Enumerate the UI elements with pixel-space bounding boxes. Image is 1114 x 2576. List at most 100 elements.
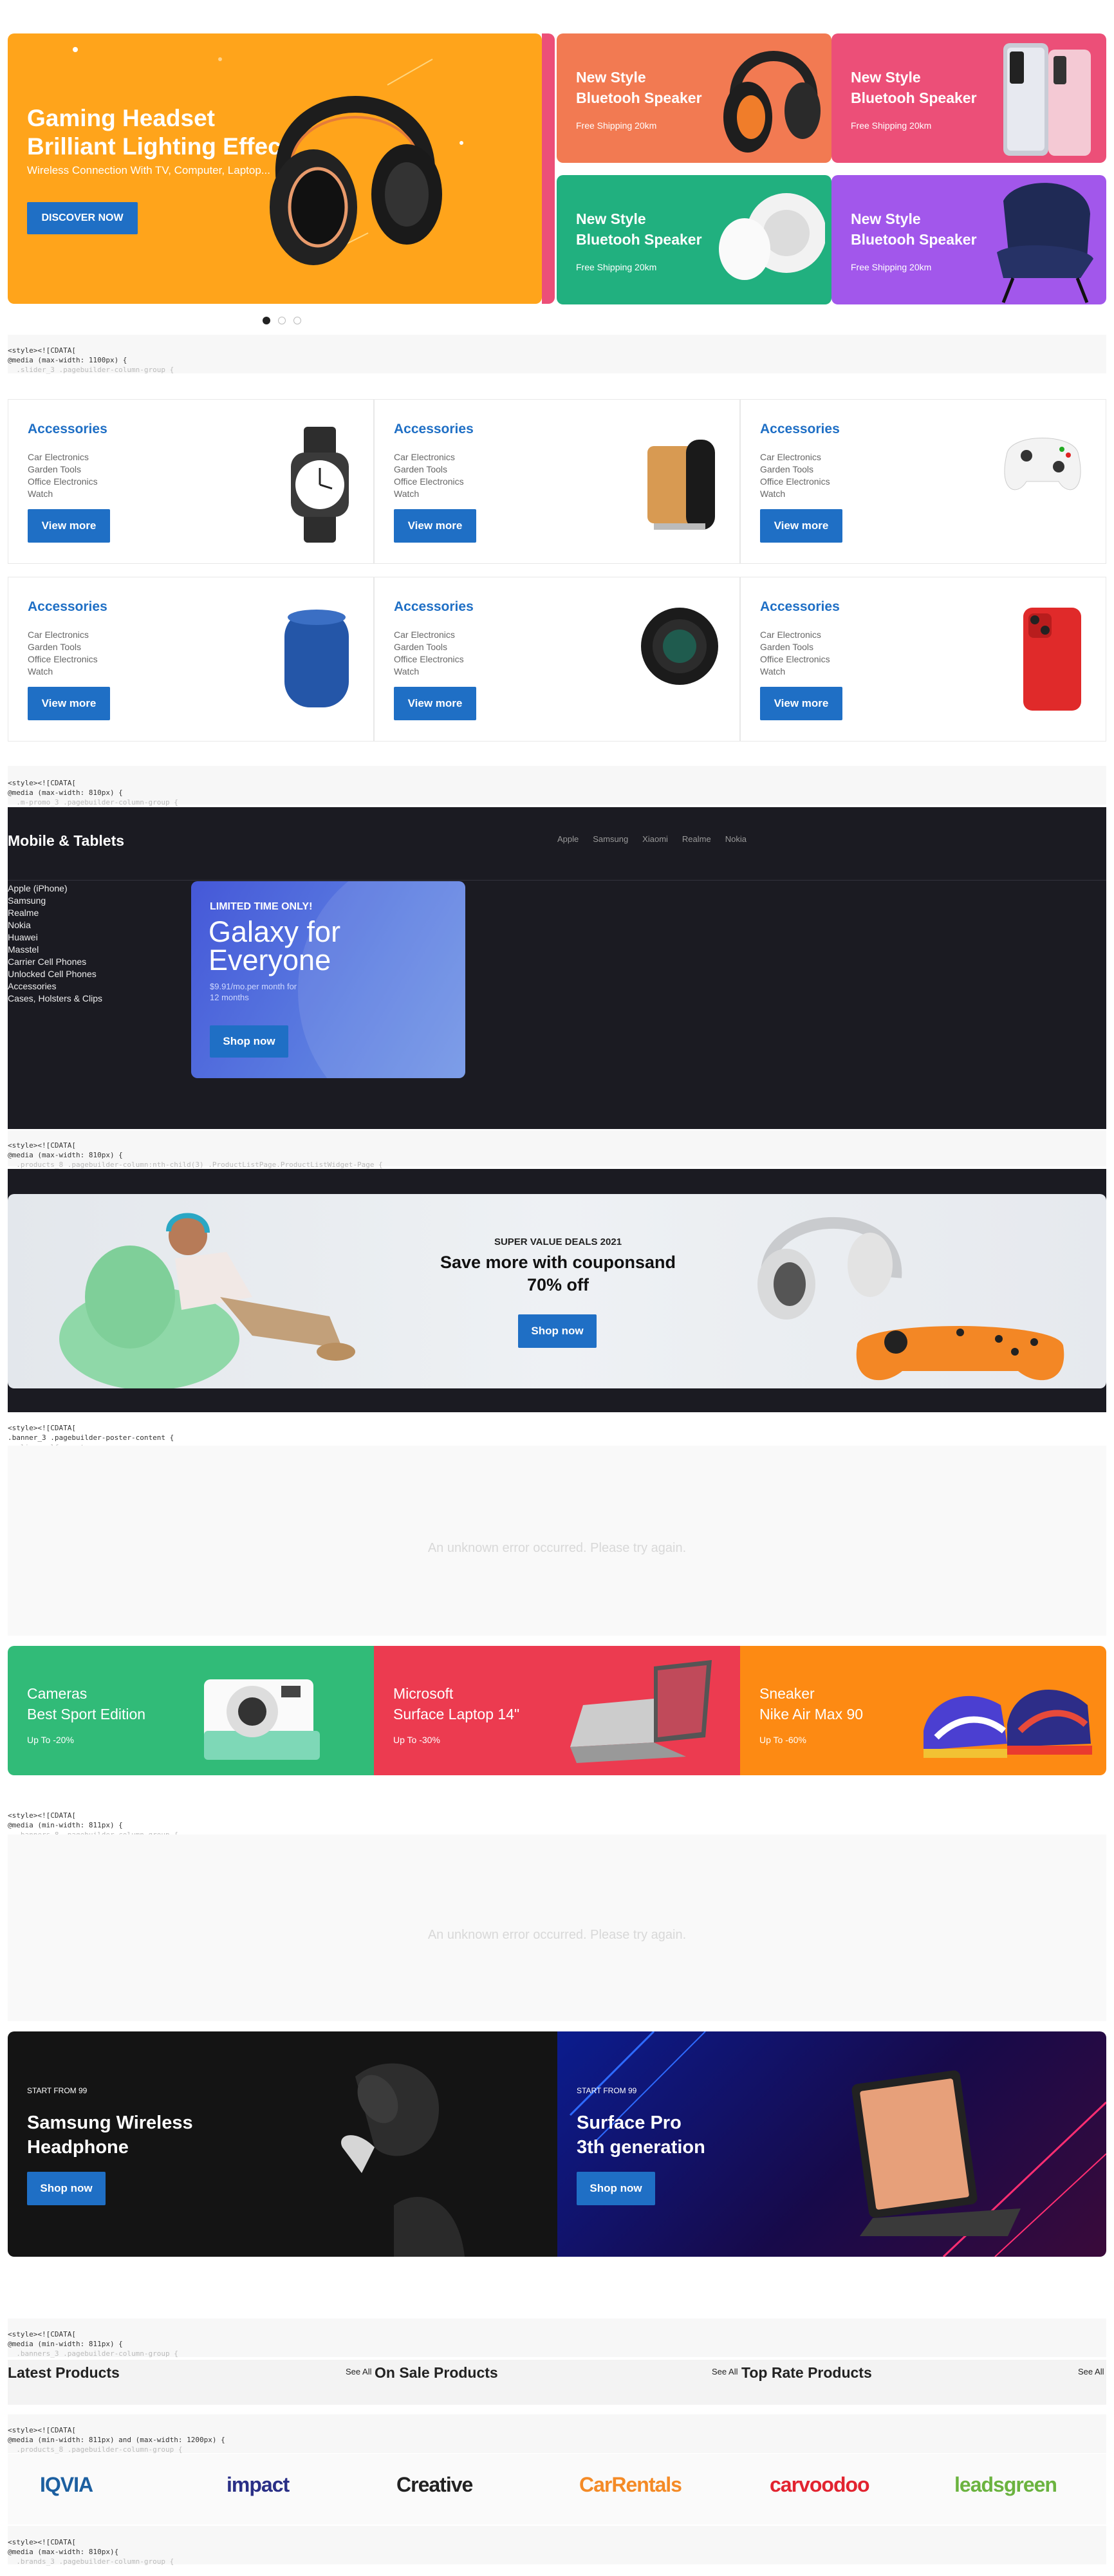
promo-tile-sub: Free Shipping 20km [576, 120, 657, 131]
accessories-card[interactable]: Accessories Car Electronics Garden Tools O… [740, 399, 1106, 564]
view-more-button[interactable]: View more [760, 509, 842, 543]
slider-dots [263, 317, 301, 324]
brand-logo[interactable]: CarRentals [579, 2473, 682, 2497]
brand-logo[interactable]: leadsgreen [954, 2473, 1057, 2497]
view-more-button[interactable]: View more [760, 687, 842, 720]
accessories-link[interactable]: Office Electronics [760, 476, 830, 488]
accessories-link[interactable]: Garden Tools [394, 641, 464, 653]
list-item[interactable]: Samsung [8, 895, 102, 907]
accessories-link[interactable]: Watch [760, 666, 830, 678]
see-all-link[interactable]: See All [712, 2367, 738, 2376]
surface-shop-now-button[interactable]: Shop now [577, 2172, 655, 2205]
accessories-card[interactable]: Accessories Car Electronics Garden Tools O… [8, 577, 374, 742]
gamepad-icon [856, 1326, 1064, 1381]
accessories-card-title: Accessories [760, 599, 840, 614]
accessories-link[interactable]: Car Electronics [28, 451, 98, 463]
accessories-link[interactable]: Garden Tools [760, 463, 830, 476]
surface-banner[interactable]: START FROM 99 Surface Pro 3th generation… [557, 2031, 1106, 2257]
category-banner[interactable]: Cameras Best Sport Edition Up To -20% [8, 1646, 374, 1775]
galaxy-promo-card[interactable]: LIMITED TIME ONLY! Galaxy for Everyone $… [191, 881, 465, 1078]
see-all-link[interactable]: See All [1078, 2367, 1104, 2376]
error-message: An unknown error occurred. Please try ag… [427, 1928, 687, 1942]
samsung-banner[interactable]: START FROM 99 Samsung Wireless Headphone… [8, 2031, 557, 2257]
brand-logo[interactable]: Creative [396, 2473, 473, 2497]
promo-sub-line2: 12 months [210, 993, 249, 1002]
list-item[interactable]: Masstel [8, 944, 102, 956]
tab-apple[interactable]: Apple [557, 834, 579, 844]
promo-tile[interactable]: New Style Bluetooh Speaker Free Shipping… [557, 33, 831, 163]
tab-realme[interactable]: Realme [682, 834, 711, 844]
accessories-link[interactable]: Car Electronics [394, 451, 464, 463]
discover-now-button[interactable]: DISCOVER NOW [27, 202, 138, 234]
accessories-link[interactable]: Watch [28, 488, 98, 500]
accessories-link[interactable]: Garden Tools [760, 641, 830, 653]
see-all-link[interactable]: See All [346, 2367, 371, 2376]
list-item[interactable]: Unlocked Cell Phones [8, 968, 102, 980]
accessories-link[interactable]: Office Electronics [28, 476, 98, 488]
accessories-link[interactable]: Garden Tools [28, 641, 98, 653]
tab-nokia[interactable]: Nokia [725, 834, 747, 844]
accessories-link[interactable]: Office Electronics [394, 476, 464, 488]
slider-dot[interactable] [278, 317, 286, 324]
list-item[interactable]: Apple (iPhone) [8, 882, 102, 895]
accessories-link[interactable]: Office Electronics [394, 653, 464, 666]
deal-shop-now-button[interactable]: Shop now [518, 1314, 597, 1348]
accessories-link[interactable]: Watch [760, 488, 830, 500]
accessories-link[interactable]: Garden Tools [28, 463, 98, 476]
brand-logo[interactable]: IQVIA [40, 2473, 93, 2497]
accessories-link[interactable]: Garden Tools [394, 463, 464, 476]
tab-xiaomi[interactable]: Xiaomi [642, 834, 668, 844]
armchair-icon [978, 175, 1100, 304]
accessories-card[interactable]: Accessories Car Electronics Garden Tools O… [374, 399, 740, 564]
promo-tile-line1: New Style [576, 69, 646, 86]
galaxy-shop-now-button[interactable]: Shop now [210, 1025, 288, 1058]
accessories-link[interactable]: Watch [394, 488, 464, 500]
list-item[interactable]: Huawei [8, 931, 102, 944]
list-item[interactable]: Carrier Cell Phones [8, 956, 102, 968]
promo-tile-line2: Bluetooh Speaker [576, 231, 702, 248]
accessories-link[interactable]: Office Electronics [28, 653, 98, 666]
accessories-link[interactable]: Office Electronics [760, 653, 830, 666]
promo-tile-sub: Free Shipping 20km [851, 262, 932, 272]
list-item[interactable]: Nokia [8, 919, 102, 931]
banner-kicker: START FROM 99 [27, 2086, 88, 2095]
promo-tile[interactable]: New Style Bluetooh Speaker Free Shipping… [831, 175, 1106, 304]
slider-dot-active[interactable] [263, 317, 270, 324]
accessories-card[interactable]: Accessories Car Electronics Garden Tools O… [740, 577, 1106, 742]
category-line1: Microsoft [393, 1685, 454, 1702]
list-item[interactable]: Realme [8, 907, 102, 919]
samsung-shop-now-button[interactable]: Shop now [27, 2172, 106, 2205]
promo-tile[interactable]: New Style Bluetooh Speaker Free Shipping… [557, 175, 831, 304]
category-banner[interactable]: Microsoft Surface Laptop 14" Up To -30% [374, 1646, 740, 1775]
promo-tile[interactable]: New Style Bluetooh Speaker Free Shipping… [831, 33, 1106, 163]
category-banner[interactable]: Sneaker Nike Air Max 90 Up To -60% [740, 1646, 1106, 1775]
view-more-button[interactable]: View more [394, 509, 476, 543]
view-more-button[interactable]: View more [28, 509, 110, 543]
list-item[interactable]: Cases, Holsters & Clips [8, 993, 102, 1005]
accessories-link[interactable]: Car Electronics [28, 629, 98, 641]
slider-dot[interactable] [293, 317, 301, 324]
brand-logo[interactable]: carvoodoo [770, 2473, 870, 2497]
accessories-link[interactable]: Car Electronics [760, 451, 830, 463]
gaming-headphones-icon [716, 33, 825, 163]
view-more-button[interactable]: View more [394, 687, 476, 720]
tab-samsung[interactable]: Samsung [593, 834, 628, 844]
red-iphone-icon [1017, 604, 1088, 717]
accessories-card[interactable]: Accessories Car Electronics Garden Tools O… [8, 399, 374, 564]
accessories-link[interactable]: Watch [394, 666, 464, 678]
promo-tile-line2: Bluetooh Speaker [851, 231, 977, 248]
headphones-icon [757, 1217, 902, 1320]
promo-tile-line1: New Style [851, 69, 921, 86]
accessories-link[interactable]: Car Electronics [394, 629, 464, 641]
view-more-button[interactable]: View more [28, 687, 110, 720]
category-line2: Surface Laptop 14" [393, 1706, 520, 1722]
deal-banner[interactable]: SUPER VALUE DEALS 2021 Save more with co… [8, 1194, 1106, 1388]
list-item[interactable]: Accessories [8, 980, 102, 993]
hero-banner[interactable]: Gaming Headset Brilliant Lighting Effect… [8, 33, 542, 304]
accessories-link[interactable]: Car Electronics [760, 629, 830, 641]
accessories-link[interactable]: Watch [28, 666, 98, 678]
accessories-card[interactable]: Accessories Car Electronics Garden Tools O… [374, 577, 740, 742]
banner-title-line2: Headphone [27, 2137, 129, 2158]
mobile-section-title: Mobile & Tablets [8, 832, 125, 849]
brand-logo[interactable]: impact [227, 2473, 290, 2497]
